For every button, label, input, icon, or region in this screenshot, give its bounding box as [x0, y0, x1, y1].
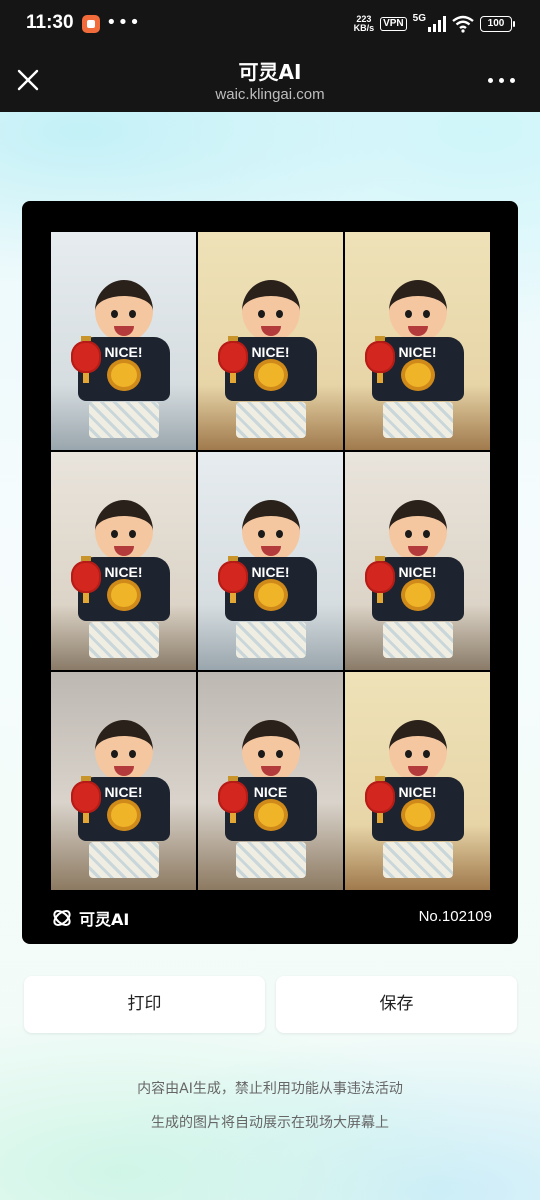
grid-image[interactable]: NICE!	[51, 672, 196, 890]
lantern-icon	[71, 776, 102, 823]
grid-image[interactable]: NICE!	[345, 452, 490, 670]
network-type: 5G	[412, 13, 426, 24]
lantern-icon	[365, 556, 396, 603]
title-bar: 可灵AI waic.klingai.com	[0, 48, 540, 112]
more-options-button[interactable]	[488, 70, 518, 90]
signal-icon	[428, 16, 446, 32]
display-notice: 生成的图片将自动展示在现场大屏幕上	[151, 1115, 389, 1131]
figure-head	[241, 279, 300, 342]
network-speed: 223 KB/s	[354, 15, 375, 33]
figure-head	[388, 279, 447, 342]
image-grid: NICE! NICE! NICE! NICE! NICE! NICE! NICE…	[51, 232, 490, 890]
network-speed-unit: KB/s	[353, 23, 375, 33]
lantern-icon	[71, 556, 102, 603]
result-card: NICE! NICE! NICE! NICE! NICE! NICE! NICE…	[22, 201, 518, 944]
print-button[interactable]: 打印	[24, 976, 265, 1033]
ai-disclaimer: 内容由AI生成，禁止利用功能从事违法活动	[137, 1081, 403, 1097]
grid-image[interactable]: NICE!	[51, 452, 196, 670]
figure-head	[388, 719, 447, 782]
figure-head	[388, 499, 447, 562]
wifi-icon	[452, 15, 474, 33]
app-header: 11:30 ••• 223 KB/s VPN 5G 100 可灵AI waic.…	[0, 0, 540, 112]
status-bar: 11:30 ••• 223 KB/s VPN 5G 100	[0, 0, 540, 48]
grid-image[interactable]: NICE!	[198, 452, 343, 670]
grid-image[interactable]: NICE!	[345, 672, 490, 890]
notification-app-icon	[82, 15, 100, 33]
figure-head	[94, 719, 153, 782]
serial-number: No.102109	[418, 908, 492, 925]
figure-head	[94, 499, 153, 562]
page-title: 可灵AI	[238, 60, 302, 84]
kling-logo-icon	[53, 910, 71, 926]
more-notifications-icon: •••	[106, 12, 141, 33]
lantern-icon	[218, 556, 249, 603]
grid-image[interactable]: NICE!	[345, 232, 490, 450]
lantern-icon	[218, 776, 249, 823]
grid-image[interactable]: NICE	[198, 672, 343, 890]
status-indicators: 223 KB/s VPN 5G 100	[354, 12, 515, 36]
grid-image[interactable]: NICE!	[198, 232, 343, 450]
figure-head	[241, 719, 300, 782]
vpn-badge: VPN	[380, 17, 407, 31]
lantern-icon	[365, 336, 396, 383]
page-url: waic.klingai.com	[215, 86, 325, 103]
battery-icon: 100	[480, 16, 515, 32]
lantern-icon	[71, 336, 102, 383]
brand-watermark: 可灵AI	[51, 906, 129, 930]
save-button[interactable]: 保存	[276, 976, 517, 1033]
grid-image[interactable]: NICE!	[51, 232, 196, 450]
lantern-icon	[365, 776, 396, 823]
figure-head	[94, 279, 153, 342]
brand-name: 可灵AI	[79, 910, 130, 929]
figure-head	[241, 499, 300, 562]
status-time: 11:30	[26, 12, 74, 33]
lantern-icon	[218, 336, 249, 383]
page-content: NICE! NICE! NICE! NICE! NICE! NICE! NICE…	[0, 112, 540, 1200]
